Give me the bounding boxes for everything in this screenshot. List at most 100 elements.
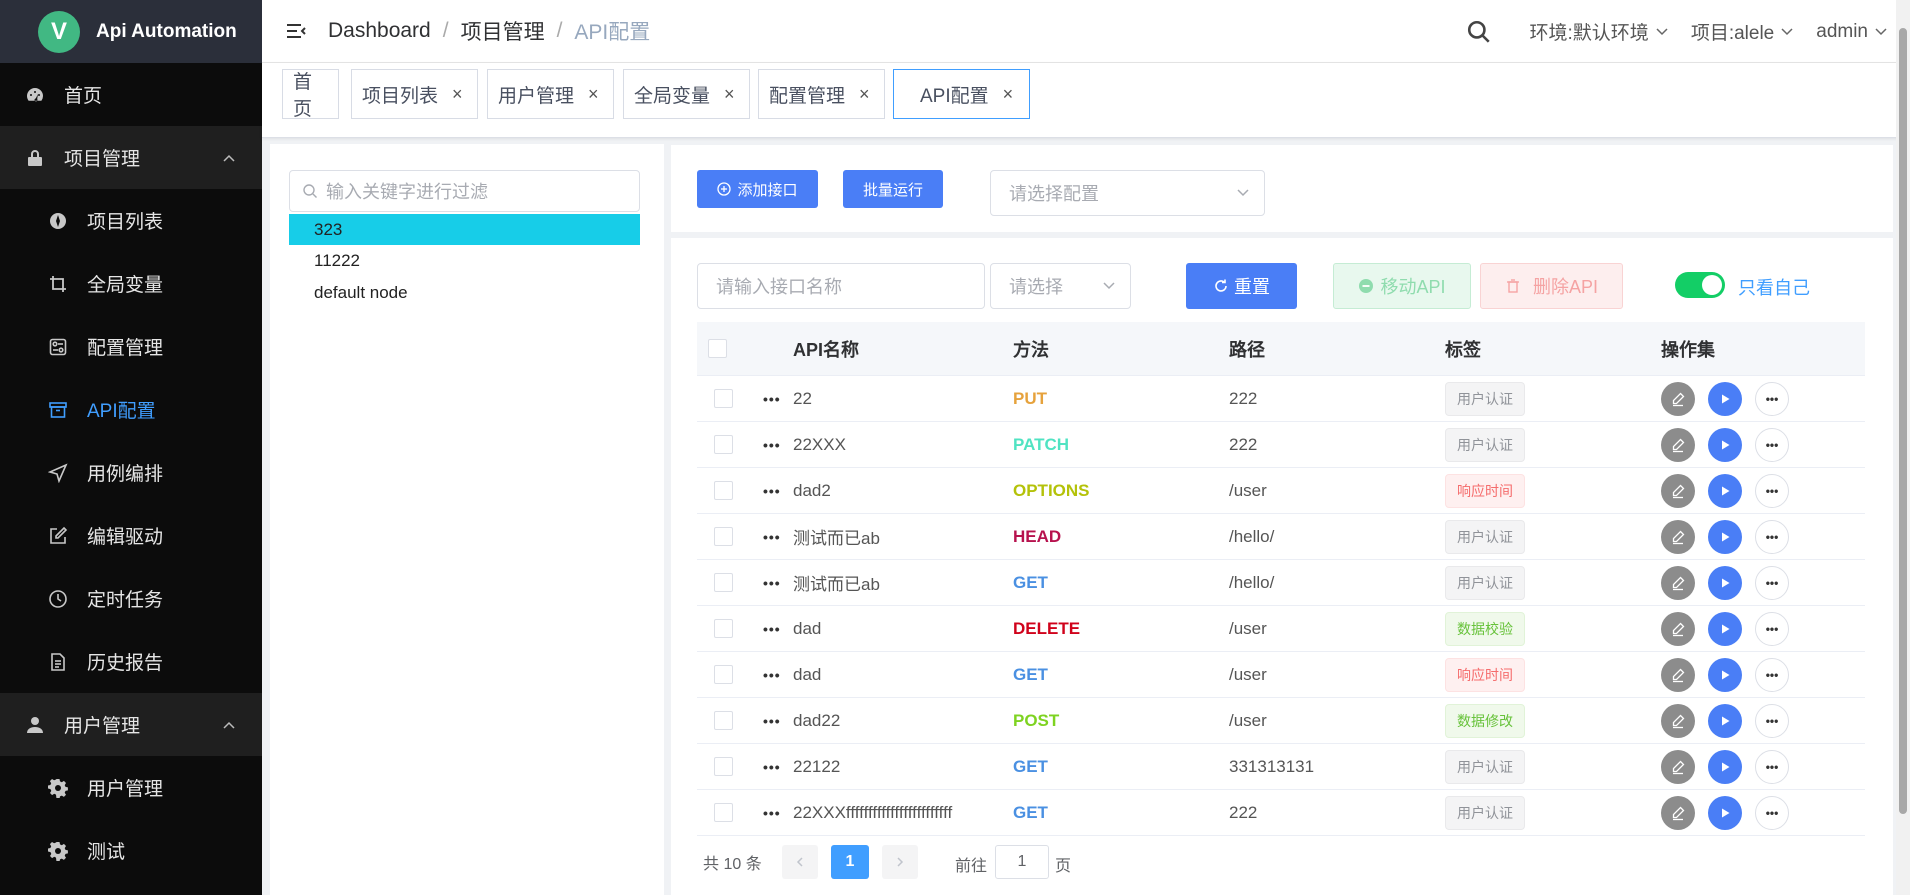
scrollbar-thumb[interactable] <box>1899 28 1907 814</box>
sidebar-item-send-6[interactable]: 用例编排 <box>0 441 262 504</box>
more-actions-button[interactable]: ••• <box>1755 612 1789 646</box>
next-page-button[interactable] <box>882 845 918 879</box>
edit-api-button[interactable] <box>1661 704 1695 738</box>
table-row[interactable]: ••• dad2 OPTIONS/user 响应时间 ••• <box>697 468 1865 514</box>
drag-handle-icon[interactable]: ••• <box>763 606 781 651</box>
edit-api-button[interactable] <box>1661 428 1695 462</box>
breadcrumb-dashboard[interactable]: Dashboard <box>328 19 431 43</box>
drag-handle-icon[interactable]: ••• <box>763 514 781 559</box>
drag-handle-icon[interactable]: ••• <box>763 468 781 513</box>
edit-api-button[interactable] <box>1661 658 1695 692</box>
sidebar-item-lock-1[interactable]: 项目管理 <box>0 126 262 189</box>
filter-select[interactable]: 请选择 <box>990 263 1131 309</box>
more-actions-button[interactable]: ••• <box>1755 382 1789 416</box>
row-checkbox[interactable] <box>714 435 733 454</box>
more-actions-button[interactable]: ••• <box>1755 796 1789 830</box>
table-row[interactable]: ••• dad DELETE/user 数据校验 ••• <box>697 606 1865 652</box>
sidebar-item-clock-8[interactable]: 定时任务 <box>0 567 262 630</box>
reset-button[interactable]: 重置 <box>1186 263 1297 309</box>
goto-page-input[interactable]: 1 <box>995 845 1049 879</box>
add-api-button[interactable]: 添加接口 <box>697 170 818 208</box>
logo[interactable]: V Api Automation <box>0 0 262 63</box>
table-row[interactable]: ••• dad22 POST/user 数据修改 ••• <box>697 698 1865 744</box>
more-actions-button[interactable]: ••• <box>1755 474 1789 508</box>
row-checkbox[interactable] <box>714 665 733 684</box>
tree-node[interactable]: 323 <box>289 214 640 245</box>
run-api-button[interactable] <box>1708 612 1742 646</box>
delete-api-button[interactable]: 删除API <box>1480 263 1623 309</box>
move-api-button[interactable]: 移动API <box>1333 263 1471 309</box>
tree-node[interactable]: 11222 <box>289 246 640 277</box>
close-icon[interactable]: × <box>452 84 463 105</box>
table-row[interactable]: ••• 22XXXffffffffffffffffffffffff GET 222 用户… <box>697 790 1865 836</box>
more-actions-button[interactable]: ••• <box>1755 704 1789 738</box>
more-actions-button[interactable]: ••• <box>1755 428 1789 462</box>
sidebar-item-config-4[interactable]: 配置管理 <box>0 315 262 378</box>
table-row[interactable]: ••• 22 PUT 222 用户认证 ••• <box>697 376 1865 422</box>
project-dropdown[interactable]: 项目:alele <box>1691 18 1794 45</box>
tab-1[interactable]: 项目列表 × <box>351 69 478 119</box>
more-actions-button[interactable]: ••• <box>1755 658 1789 692</box>
tab-5[interactable]: API配置 × <box>893 69 1030 119</box>
drag-handle-icon[interactable]: ••• <box>763 652 781 697</box>
more-actions-button[interactable]: ••• <box>1755 520 1789 554</box>
only-mine-toggle[interactable] <box>1675 272 1725 298</box>
close-icon[interactable]: × <box>724 84 735 105</box>
menu-toggle-icon[interactable] <box>284 19 308 43</box>
edit-api-button[interactable] <box>1661 566 1695 600</box>
select-all-checkbox[interactable] <box>708 339 727 358</box>
sidebar-item-project-2[interactable]: 项目列表 <box>0 189 262 252</box>
row-checkbox[interactable] <box>714 711 733 730</box>
drag-handle-icon[interactable]: ••• <box>763 698 781 743</box>
user-dropdown[interactable]: admin <box>1816 21 1888 43</box>
close-icon[interactable]: × <box>859 84 870 105</box>
edit-api-button[interactable] <box>1661 474 1695 508</box>
run-api-button[interactable] <box>1708 474 1742 508</box>
edit-api-button[interactable] <box>1661 382 1695 416</box>
more-actions-button[interactable]: ••• <box>1755 566 1789 600</box>
close-icon[interactable]: × <box>1003 84 1014 105</box>
sidebar-item-gear-12[interactable]: 测试 <box>0 819 262 882</box>
batch-run-button[interactable]: 批量运行 <box>843 170 943 208</box>
table-row[interactable]: ••• 测试而已ab GET/hello/用户认证 ••• <box>697 560 1865 606</box>
run-api-button[interactable] <box>1708 750 1742 784</box>
prev-page-button[interactable] <box>782 845 818 879</box>
sidebar-item-dashboard-0[interactable]: 首页 <box>0 63 262 126</box>
more-actions-button[interactable]: ••• <box>1755 750 1789 784</box>
tree-node[interactable]: default node <box>289 277 640 308</box>
sidebar-item-crop-3[interactable]: 全局变量 <box>0 252 262 315</box>
row-checkbox[interactable] <box>714 389 733 408</box>
page-1-button[interactable]: 1 <box>831 845 869 879</box>
run-api-button[interactable] <box>1708 704 1742 738</box>
sidebar-item-edit-7[interactable]: 编辑驱动 <box>0 504 262 567</box>
edit-api-button[interactable] <box>1661 796 1695 830</box>
drag-handle-icon[interactable]: ••• <box>763 422 781 467</box>
tab-0[interactable]: 首页 <box>282 69 339 120</box>
edit-api-button[interactable] <box>1661 750 1695 784</box>
run-api-button[interactable] <box>1708 520 1742 554</box>
page-scrollbar[interactable] <box>1896 0 1910 895</box>
row-checkbox[interactable] <box>714 803 733 822</box>
row-checkbox[interactable] <box>714 527 733 546</box>
row-checkbox[interactable] <box>714 573 733 592</box>
sidebar-item-document-9[interactable]: 历史报告 <box>0 630 262 693</box>
close-icon[interactable]: × <box>588 84 599 105</box>
edit-api-button[interactable] <box>1661 520 1695 554</box>
tree-filter-input[interactable]: 输入关键字进行过滤 <box>289 170 640 212</box>
api-name-input[interactable]: 请输入接口名称 <box>697 263 985 309</box>
sidebar-item-user-10[interactable]: 用户管理 <box>0 693 262 756</box>
row-checkbox[interactable] <box>714 481 733 500</box>
tab-2[interactable]: 用户管理 × <box>487 69 614 119</box>
run-api-button[interactable] <box>1708 566 1742 600</box>
drag-handle-icon[interactable]: ••• <box>763 376 781 421</box>
table-row[interactable]: ••• 测试而已ab HEAD/hello/用户认证 ••• <box>697 514 1865 560</box>
env-dropdown[interactable]: 环境:默认环境 <box>1530 18 1669 45</box>
tab-4[interactable]: 配置管理 × <box>758 69 885 119</box>
drag-handle-icon[interactable]: ••• <box>763 790 781 835</box>
drag-handle-icon[interactable]: ••• <box>763 560 781 605</box>
table-row[interactable]: ••• 22XXX PATCH 222 用户认证 ••• <box>697 422 1865 468</box>
sidebar-item-gear-11[interactable]: 用户管理 <box>0 756 262 819</box>
run-api-button[interactable] <box>1708 428 1742 462</box>
breadcrumb-project-management[interactable]: 项目管理 <box>461 16 545 46</box>
row-checkbox[interactable] <box>714 619 733 638</box>
